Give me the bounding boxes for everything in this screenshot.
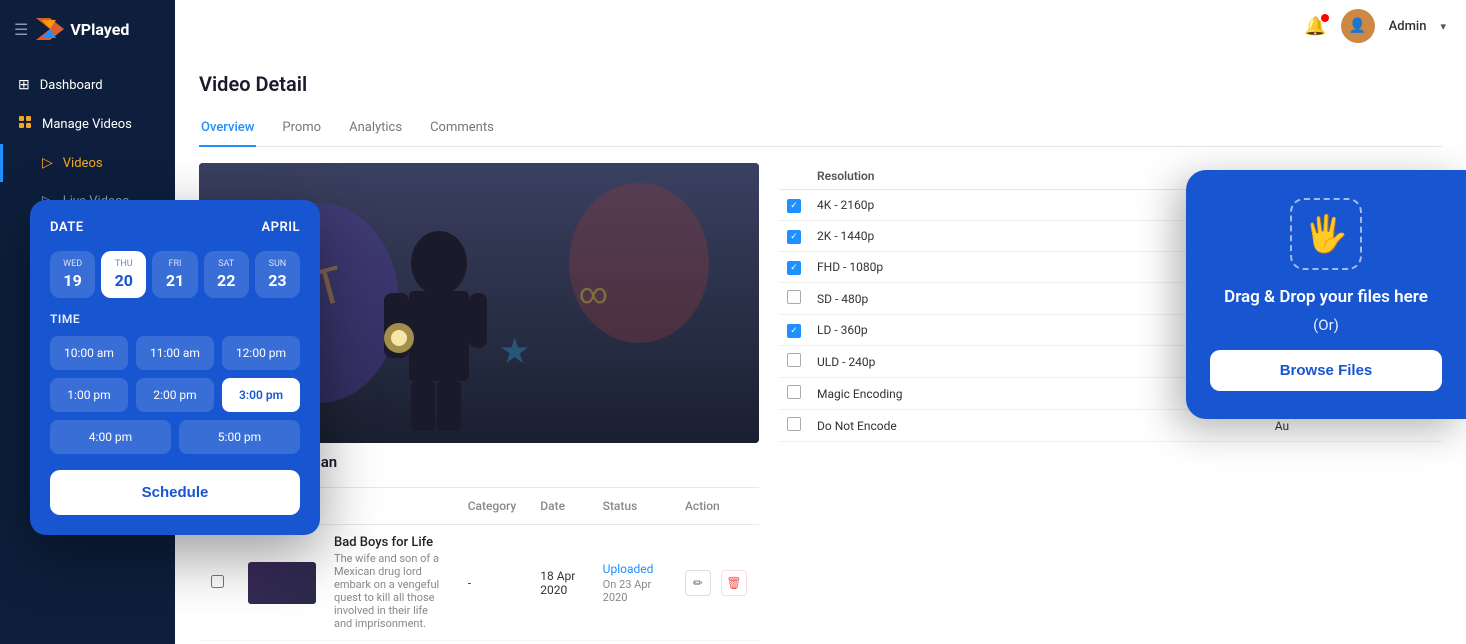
schedule-dates: Wed19Thu20Fri21Sat22Sun23 <box>50 251 300 298</box>
time-slot[interactable]: 1:00 pm <box>50 378 128 412</box>
file-status <box>591 641 673 644</box>
drag-icon-area: 🖐 <box>1290 198 1362 270</box>
videos-icon: ▷ <box>42 155 53 171</box>
file-actions <box>673 641 759 644</box>
delete-button[interactable]: 🗑 <box>721 570 747 596</box>
notification-dot <box>1321 14 1329 22</box>
tabs: Overview Promo Analytics Comments <box>199 112 1442 147</box>
notification-icon[interactable]: 🔔 <box>1304 16 1326 37</box>
sidebar-item-dashboard[interactable]: ⊞ Dashboard <box>0 66 175 104</box>
tab-comments[interactable]: Comments <box>428 112 496 147</box>
time-slot[interactable]: 2:00 pm <box>136 378 214 412</box>
resolution-checkbox[interactable]: ✓ <box>787 324 801 338</box>
hamburger-icon[interactable]: ☰ <box>14 20 28 39</box>
sidebar-item-label: Dashboard <box>40 78 103 93</box>
sidebar-item-label: Videos <box>63 156 103 171</box>
time-row2: 1:00 pm2:00 pm3:00 pm <box>50 378 300 412</box>
schedule-header: DATE APRIL <box>50 220 300 235</box>
file-category: - <box>456 525 529 641</box>
logo-text: VPlayed <box>70 20 129 39</box>
table-row: Bad Boys for Life The wife and son of a … <box>199 525 759 641</box>
time-slot[interactable]: 3:00 pm <box>222 378 300 412</box>
svg-text:∞: ∞ <box>579 277 608 310</box>
schedule-date-label: DATE <box>50 220 84 235</box>
avatar: 👤 <box>1341 9 1375 43</box>
schedule-date-item[interactable]: Wed19 <box>50 251 95 298</box>
manage-videos-icon <box>18 115 32 133</box>
edit-button[interactable]: ✏ <box>685 570 711 596</box>
schedule-date-item[interactable]: Sun23 <box>255 251 300 298</box>
tab-promo[interactable]: Promo <box>280 112 323 147</box>
table-row: Mission: Impossible 6 - Fallout <box>199 641 759 644</box>
schedule-month-label: APRIL <box>261 220 300 235</box>
time-slot[interactable]: 10:00 am <box>50 336 128 370</box>
file-status-date: On 23 Apr 2020 <box>603 578 661 604</box>
time-section-label: TIME <box>50 312 300 326</box>
time-slot[interactable]: 5:00 pm <box>179 420 300 454</box>
topbar: 🔔 👤 Admin ▾ <box>175 0 1466 52</box>
resolution-checkbox[interactable] <box>787 353 801 367</box>
drag-hand-icon: 🖐 <box>1304 213 1349 255</box>
time-slot[interactable]: 11:00 am <box>136 336 214 370</box>
action-icons: ✏ 🗑 <box>685 570 747 596</box>
drag-drop-or: (Or) <box>1210 316 1442 334</box>
drag-drop-widget: 🖐 Drag & Drop your files here (Or) Brows… <box>1186 170 1466 419</box>
drag-drop-title: Drag & Drop your files here <box>1210 286 1442 310</box>
col-date: Date <box>528 488 590 525</box>
col-category: Category <box>456 488 529 525</box>
file-status: Uploaded <box>603 562 661 576</box>
col-action: Action <box>673 488 759 525</box>
file-name: Bad Boys for Life <box>334 535 444 550</box>
topbar-icons: 🔔 👤 Admin ▾ <box>1304 9 1446 43</box>
resolution-checkbox[interactable]: ✓ <box>787 230 801 244</box>
dashboard-icon: ⊞ <box>18 77 30 93</box>
schedule-button[interactable]: Schedule <box>50 470 300 515</box>
time-slot[interactable]: 12:00 pm <box>222 336 300 370</box>
svg-text:★: ★ <box>499 331 530 372</box>
time-row1: 10:00 am11:00 am12:00 pm <box>50 336 300 370</box>
resolution-checkbox[interactable]: ✓ <box>787 261 801 275</box>
page-title: Video Detail <box>199 72 1442 96</box>
resolution-checkbox[interactable] <box>787 385 801 399</box>
row-checkbox[interactable] <box>211 575 224 588</box>
dropdown-arrow-icon[interactable]: ▾ <box>1440 20 1446 33</box>
time-row3: 4:00 pm5:00 pm <box>50 420 300 454</box>
sidebar-item-videos[interactable]: ▷ Videos <box>0 144 175 182</box>
file-thumbnail <box>248 562 316 604</box>
admin-label: Admin <box>1389 19 1427 34</box>
logo-area: VPlayed <box>36 18 129 40</box>
file-description: The wife and son of a Mexican drug lord … <box>334 552 444 630</box>
sidebar-item-label: Manage Videos <box>42 117 132 132</box>
schedule-widget: DATE APRIL Wed19Thu20Fri21Sat22Sun23 TIM… <box>30 200 320 535</box>
manage-videos-svg <box>18 115 32 129</box>
tab-analytics[interactable]: Analytics <box>347 112 404 147</box>
tab-overview[interactable]: Overview <box>199 112 256 147</box>
sidebar-item-manage-videos[interactable]: Manage Videos <box>0 104 175 144</box>
browse-files-button[interactable]: Browse Files <box>1210 350 1442 391</box>
resolution-checkbox[interactable] <box>787 290 801 304</box>
file-info: Bad Boys for Life The wife and son of a … <box>334 535 444 630</box>
vplayed-logo-icon <box>36 18 64 40</box>
resolution-checkbox[interactable]: ✓ <box>787 199 801 213</box>
col-status: Status <box>591 488 673 525</box>
schedule-date-item[interactable]: Fri21 <box>152 251 197 298</box>
file-date: 18 Apr 2020 <box>528 525 590 641</box>
schedule-date-item[interactable]: Thu20 <box>101 251 146 298</box>
file-date <box>528 641 590 644</box>
file-category <box>456 641 529 644</box>
resolution-checkbox[interactable] <box>787 417 801 431</box>
time-slot[interactable]: 4:00 pm <box>50 420 171 454</box>
sidebar-header: ☰ VPlayed <box>0 0 175 58</box>
schedule-date-item[interactable]: Sat22 <box>204 251 249 298</box>
